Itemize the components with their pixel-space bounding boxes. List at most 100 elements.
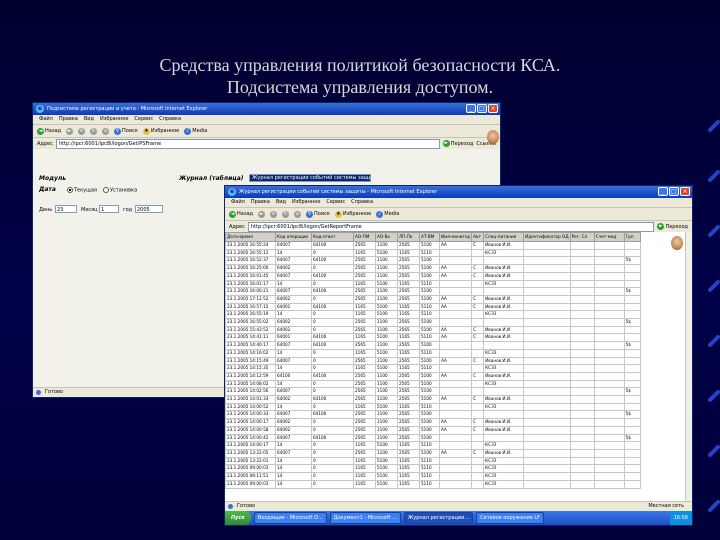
minimize-button[interactable]: _ bbox=[466, 104, 476, 113]
table-row[interactable]: 23.1.2005 14:00:17 64002 0 2565 1100 2565 5100… bbox=[225, 418, 641, 427]
maximize-button[interactable]: □ bbox=[477, 104, 487, 113]
menu-tools[interactable]: Сервис bbox=[134, 115, 153, 124]
column-header[interactable]: АТ-ВМ bbox=[419, 232, 440, 242]
address-input[interactable]: http://ipcr:6001/ipc8i/logon/GetReportFr… bbox=[247, 221, 655, 232]
menu-favorites[interactable]: Избранное bbox=[292, 198, 320, 207]
forward-button[interactable]: ► bbox=[66, 127, 74, 135]
address-input[interactable]: http://ipcr:6001/ipc8i/logon/Get/PSFrame bbox=[55, 138, 440, 149]
table-row[interactable]: 23.1.2005 16:55:19 14 0 1165 5100 1165 5110 КСЗ… bbox=[225, 310, 641, 320]
table-row[interactable]: 23.1.2005 14:08:02 14 0 2565 1100 2565 5100 КСЗ… bbox=[225, 379, 641, 389]
column-header[interactable]: Грп bbox=[623, 232, 641, 242]
taskbar-item[interactable]: Журнал регистрации... bbox=[403, 512, 474, 524]
radio-today[interactable]: Текущая bbox=[67, 187, 97, 194]
table-row[interactable]: 23.1.2005 14:12:59 64100 64100 2565 1100 2565… bbox=[225, 371, 641, 381]
column-header[interactable]: Акт bbox=[471, 232, 485, 242]
home-button[interactable]: ⌂ bbox=[102, 127, 110, 135]
table-row[interactable]: 23.1.2005 16:52:37 64007 64100 2565 1100 2565… bbox=[225, 256, 641, 266]
close-button[interactable]: × bbox=[680, 187, 690, 196]
table-cell: 1165 bbox=[397, 402, 420, 412]
table-row[interactable]: 23.1.2005 14:00:58 64002 0 2565 1100 2565 5100… bbox=[225, 425, 641, 435]
table-row[interactable]: 23.1.2005 14:00:52 14 0 1165 5100 1165 5110 КСЗ… bbox=[225, 402, 641, 412]
table-row[interactable]: 23.1.2005 16:55:24 64007 64100 2565 1100 2565… bbox=[225, 241, 641, 250]
menu-help[interactable]: Справка bbox=[159, 115, 181, 124]
taskbar-item[interactable]: Документ1 - Microsoft ... bbox=[329, 512, 401, 524]
search-button[interactable]: ⚲ Поиск bbox=[306, 210, 330, 218]
refresh-button[interactable]: ↻ bbox=[282, 210, 290, 218]
menu-view[interactable]: Вид bbox=[276, 198, 286, 207]
table-row[interactable]: 23.1.2005 14:00:42 64007 64100 2565 1100 2565… bbox=[225, 433, 641, 443]
back-button[interactable]: ◄ Назад bbox=[229, 210, 253, 218]
table-row[interactable]: 23.1.2005 08:11:51 14 0 1165 5100 1165 5110 КСЗ… bbox=[225, 472, 641, 481]
table-row[interactable]: 23.1.2005 15:43:52 64002 0 2565 1100 2565 5100… bbox=[225, 325, 641, 335]
table-row[interactable]: 23.1.2005 16:25:00 64002 0 2565 1100 2565 5100… bbox=[225, 264, 641, 273]
column-header[interactable]: Код операции bbox=[275, 232, 312, 242]
minimize-button[interactable]: _ bbox=[658, 187, 668, 196]
window-title-bar[interactable]: e Подсистема регистрации и учета - Micro… bbox=[33, 103, 500, 115]
refresh-button[interactable]: ↻ bbox=[90, 127, 98, 135]
column-header[interactable]: Идентификатор ОД bbox=[523, 232, 571, 242]
column-header[interactable]: АО-Вх bbox=[375, 232, 398, 242]
stop-button[interactable]: × bbox=[270, 210, 278, 218]
media-button[interactable]: ♪ Media bbox=[376, 210, 399, 218]
table-row[interactable]: 23.1.2005 14:41:11 64001 64100 1165 5100 1165… bbox=[225, 333, 641, 343]
table-row[interactable]: 23.1.2005 09:00:03 14 0 1165 5100 1165 5110 КСЗ… bbox=[225, 464, 641, 474]
month-input[interactable]: 1 bbox=[99, 205, 119, 213]
table-row[interactable]: 23.1.2005 14:02:56 64007 0 2565 1100 2565 5100… bbox=[225, 387, 641, 397]
table-row[interactable]: 23.1.2005 09:00:03 14 0 1165 5100 1165 5110 КСЗ… bbox=[225, 479, 641, 489]
menu-view[interactable]: Вид bbox=[84, 115, 94, 124]
table-row[interactable]: 23.1.2005 14:00:17 14 0 1165 5100 1165 5110 КСЗ… bbox=[225, 441, 641, 450]
table-row[interactable]: 23.1.2005 14:40:17 64007 64100 2565 1100 2565… bbox=[225, 341, 641, 350]
favorites-button[interactable]: ★ Избранное bbox=[142, 127, 179, 135]
column-header[interactable]: Рег. Сл bbox=[569, 232, 595, 242]
table-row[interactable]: 23.1.2005 14:15:35 14 0 1165 5100 1165 5110 КСЗ… bbox=[225, 364, 641, 373]
start-button[interactable]: Пуск bbox=[225, 511, 251, 525]
table-row[interactable]: 23.1.2005 16:00:21 64007 64100 2565 1100 2565… bbox=[225, 287, 641, 296]
menu-file[interactable]: Файл bbox=[39, 115, 53, 124]
close-button[interactable]: × bbox=[488, 104, 498, 113]
menu-edit[interactable]: Правка bbox=[59, 115, 78, 124]
go-button[interactable]: ► Переход bbox=[657, 223, 692, 230]
journal-select[interactable]: Журнал регистрации событий системы защит… bbox=[249, 174, 371, 182]
go-button[interactable]: ► Переход bbox=[442, 140, 473, 147]
forward-button[interactable]: ► bbox=[258, 210, 266, 218]
table-row[interactable]: 23.1.2005 13:22:01 14 0 1165 5100 1165 5110 КСЗ… bbox=[225, 456, 641, 466]
table-row[interactable]: 23.1.2005 14:00:33 64007 64100 2565 1100 2565… bbox=[225, 410, 641, 420]
table-row[interactable]: 23.1.2005 16:01:45 64007 64100 2565 1100 2565… bbox=[225, 271, 641, 281]
menu-file[interactable]: Файл bbox=[231, 198, 245, 207]
maximize-button[interactable]: □ bbox=[669, 187, 679, 196]
table-row[interactable]: 23.1.2005 14:16:02 14 0 1165 5100 1165 5110 КСЗ… bbox=[225, 348, 641, 358]
table-row[interactable]: 23.1.2005 14:15:49 64007 0 2565 1100 2565 5100… bbox=[225, 356, 641, 366]
menu-help[interactable]: Справка bbox=[351, 198, 373, 207]
column-header[interactable]: Код-ответ bbox=[311, 232, 354, 242]
day-input[interactable]: 23 bbox=[55, 205, 77, 213]
stop-button[interactable]: × bbox=[78, 127, 86, 135]
table-row[interactable]: 23.1.2005 16:55:12 14 0 1165 5100 1165 5110 КСЗ… bbox=[225, 248, 641, 258]
taskbar-item[interactable]: Сетевое окружение LF bbox=[476, 512, 545, 524]
column-header[interactable]: Имя-монитор bbox=[438, 232, 473, 242]
menu-bar: Файл Правка Вид Избранное Сервис Справка bbox=[33, 115, 500, 125]
table-row[interactable]: 23.1.2005 16:55:02 64002 0 2565 1100 2565 5100… bbox=[225, 318, 641, 327]
radio-custom[interactable]: Установка bbox=[103, 187, 137, 194]
window-title-bar[interactable]: e Журнал регистрации событий системы защ… bbox=[225, 186, 692, 198]
table-row[interactable]: 23.1.2005 14:01:33 64002 64100 2565 1100 2565… bbox=[225, 395, 641, 404]
table-row[interactable]: 23.1.2005 16:01:17 14 0 1165 5100 1165 5110 КСЗ… bbox=[225, 279, 641, 289]
column-header[interactable]: Дата-время bbox=[225, 232, 276, 242]
column-header[interactable]: АО-ПМ bbox=[353, 232, 376, 242]
search-button[interactable]: ⚲ Поиск bbox=[114, 127, 138, 135]
vertical-scrollbar[interactable] bbox=[685, 232, 692, 516]
home-button[interactable]: ⌂ bbox=[294, 210, 302, 218]
year-input[interactable]: 2005 bbox=[135, 205, 163, 213]
table-row[interactable]: 23.1.2005 17:12:52 64002 0 2565 1100 2565 5100… bbox=[225, 294, 641, 304]
menu-favorites[interactable]: Избранное bbox=[100, 115, 128, 124]
menu-edit[interactable]: Правка bbox=[251, 198, 270, 207]
media-button[interactable]: ♪ Media bbox=[184, 127, 207, 135]
table-row[interactable]: 23.1.2005 13:22:05 64007 0 2565 1100 2565 5100… bbox=[225, 449, 641, 458]
back-button[interactable]: ◄ Назад bbox=[37, 127, 61, 135]
table-row[interactable]: 23.1.2005 16:57:15 64001 64100 1165 5100 1165… bbox=[225, 302, 641, 312]
taskbar-item[interactable]: Входящие - Microsoft O... bbox=[253, 512, 327, 524]
column-header[interactable]: ЛП-Пк bbox=[397, 232, 420, 242]
favorites-button[interactable]: ★ Избранное bbox=[334, 210, 371, 218]
menu-tools[interactable]: Сервис bbox=[326, 198, 345, 207]
column-header[interactable]: Спец-питания bbox=[483, 232, 525, 242]
column-header[interactable]: Счет-мед. bbox=[593, 232, 625, 242]
